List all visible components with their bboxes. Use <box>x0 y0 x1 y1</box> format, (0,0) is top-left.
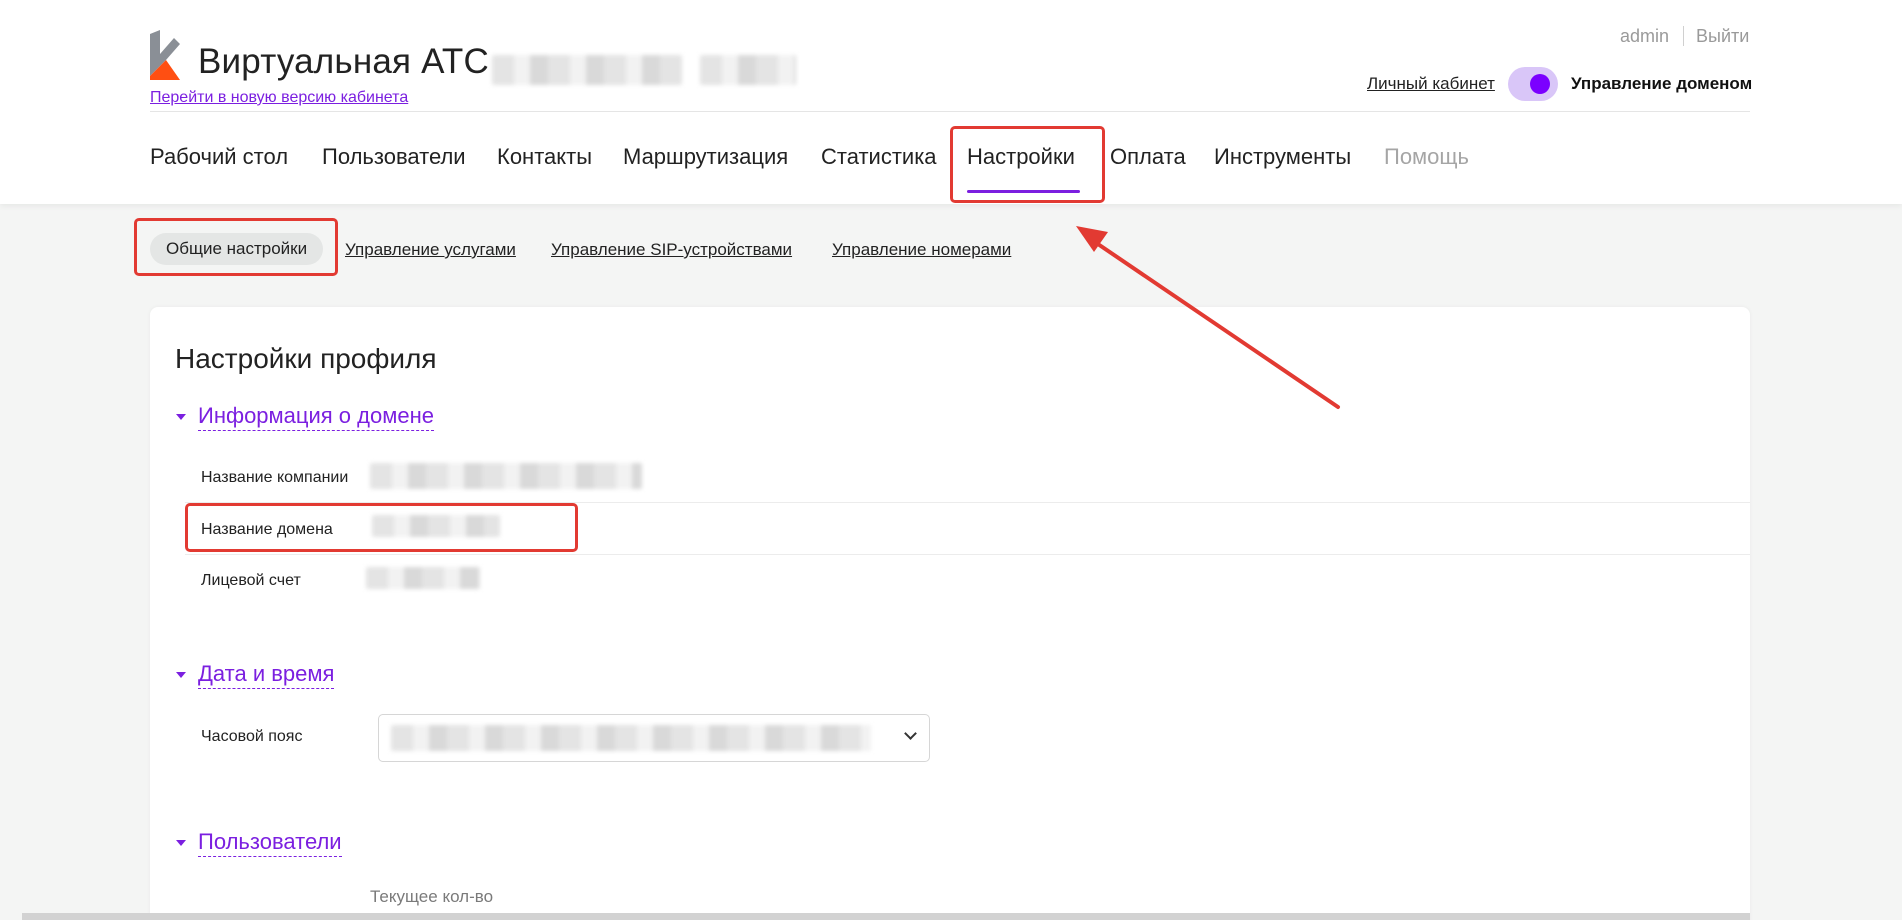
horizontal-scrollbar[interactable] <box>22 913 1750 920</box>
annotation-arrow <box>1076 226 1340 409</box>
